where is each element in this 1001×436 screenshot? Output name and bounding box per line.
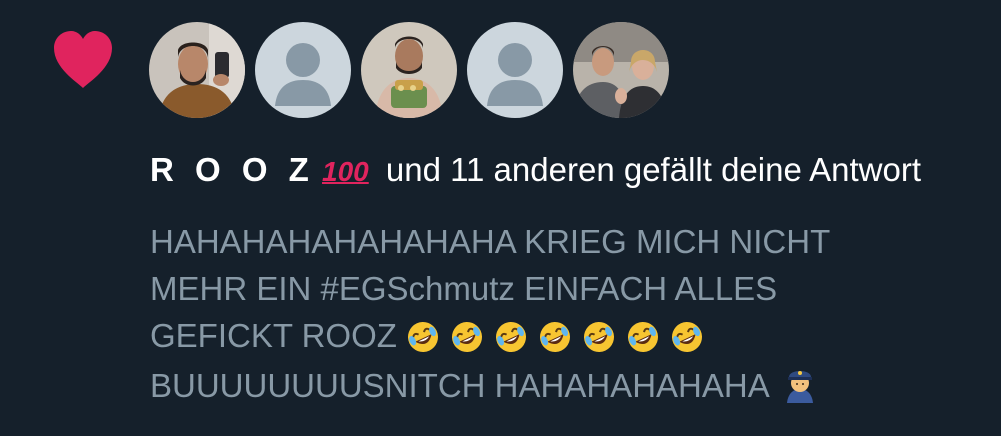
- notification-card[interactable]: R O O Z 100 und 11 anderen gefällt deine…: [0, 0, 1001, 436]
- reply-line-text: GEFICKT ROOZ: [150, 317, 397, 354]
- like-summary: R O O Z 100 und 11 anderen gefällt deine…: [150, 150, 921, 192]
- laughing-emoji-row: [406, 315, 714, 362]
- laughing-emoji: [406, 319, 440, 353]
- laughing-emoji: [450, 319, 484, 353]
- police-officer-emoji: [783, 365, 817, 403]
- like-action-text: und 11 anderen gefällt deine Antwort: [385, 151, 922, 188]
- laughing-emoji: [626, 319, 660, 353]
- user-name-link[interactable]: R O O Z: [150, 151, 315, 188]
- heart-icon: [52, 30, 114, 90]
- avatar-default[interactable]: [255, 22, 351, 118]
- avatar[interactable]: [149, 22, 245, 118]
- avatar-default[interactable]: [467, 22, 563, 118]
- hundred-points-emoji: 100: [322, 156, 369, 187]
- laughing-emoji: [582, 319, 616, 353]
- reply-text[interactable]: HAHAHAHAHAHAHAHA KRIEG MICH NICHT MEHR E…: [150, 218, 970, 409]
- avatar[interactable]: [573, 22, 669, 118]
- reply-line: BUUUUUUUUSNITCH HAHAHAHAHAHA: [150, 362, 970, 409]
- laughing-emoji: [670, 319, 704, 353]
- reply-line: HAHAHAHAHAHAHAHA KRIEG MICH NICHT: [150, 223, 831, 260]
- reply-line: GEFICKT ROOZ: [150, 312, 970, 362]
- reply-line-text: BUUUUUUUUSNITCH HAHAHAHAHAHA: [150, 366, 768, 404]
- laughing-emoji: [494, 319, 528, 353]
- laughing-emoji: [538, 319, 572, 353]
- avatar[interactable]: [361, 22, 457, 118]
- reply-line: MEHR EIN #EGSchmutz EINFACH ALLES: [150, 270, 778, 307]
